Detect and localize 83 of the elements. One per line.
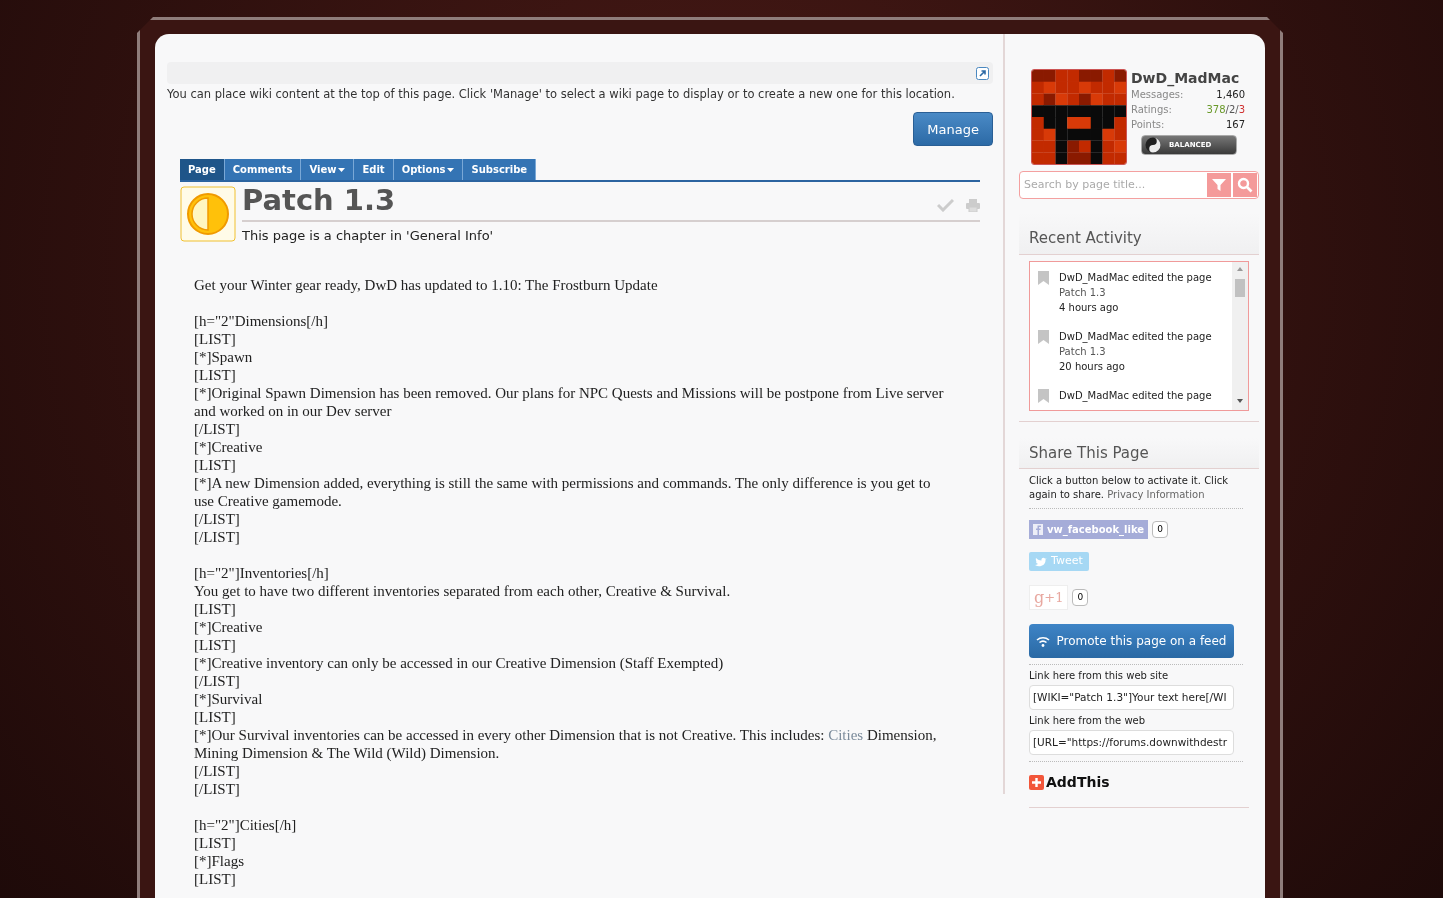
body-text: [*]Spawn <box>194 347 254 366</box>
scrollbar[interactable] <box>1232 261 1248 410</box>
bookmark-icon <box>1038 270 1049 285</box>
checkmark-icon[interactable] <box>937 198 954 213</box>
page-tab[interactable]: Comments <box>224 159 302 181</box>
body-text: [LIST] <box>194 833 237 852</box>
body-text: [LIST] <box>194 599 237 618</box>
body-text: [*]Survival <box>194 689 264 708</box>
activity-text: DwD_MadMac edited the page <box>1059 329 1212 344</box>
body-text: [LIST] <box>194 455 237 474</box>
plus-icon <box>1029 775 1044 790</box>
body-text: You get to have two different inventories separated from each other, Creative & Survival. <box>194 581 732 600</box>
share-instructions: Click a button below to activate it. Click again to share. Privacy Information <box>1029 474 1243 509</box>
body-text: [*]Creative <box>194 437 264 456</box>
wifi-icon <box>1036 635 1051 647</box>
filter-button[interactable] <box>1207 173 1231 197</box>
stat-label: Ratings: <box>1131 103 1172 117</box>
avatar[interactable] <box>1031 69 1127 165</box>
body-text: [/LIST] <box>194 419 241 438</box>
page-title: Patch 1.3 <box>242 182 397 219</box>
body-text: [*]Flags <box>194 851 245 870</box>
stat-value: 378/2/3 <box>1206 103 1245 117</box>
page-tab[interactable]: Subscribe <box>463 159 537 181</box>
activity-page-link[interactable]: Patch 1.3 <box>1059 284 1212 300</box>
body-text: [/LIST] <box>194 509 241 528</box>
activity-text: DwD_MadMac edited the page <box>1059 388 1212 403</box>
addthis-button[interactable]: AddThis <box>1029 772 1110 793</box>
link-label: Link here from the web <box>1029 714 1147 728</box>
chapter-icon <box>180 186 236 243</box>
page-tab[interactable]: Options <box>393 159 464 181</box>
link-label: Link here from this web site <box>1029 669 1170 683</box>
plus-count: 0 <box>1072 589 1089 606</box>
stat-label: Points: <box>1131 118 1165 132</box>
body-text: [*]A new Dimension added, everything is still the same with permissions and commands. The only difference is you get to use Creative gamemode. <box>194 473 932 510</box>
body-text: [/LIST] <box>194 779 241 798</box>
body-text: [LIST] <box>194 635 237 654</box>
body-text: Get your Winter gear ready, DwD has updated to 1.10: The Frostburn Update <box>194 275 659 294</box>
stat-value: 1,460 <box>1216 88 1245 102</box>
page-subtitle: This page is a chapter in 'General Info' <box>242 227 495 246</box>
cities-link[interactable]: Cities <box>828 726 864 743</box>
body-text: [*]Original Spawn Dimension has been removed. Our plans for NPC Quests and Missions will be postpone from Live server and worked on in our Dev server <box>194 383 945 420</box>
link-code-field[interactable]: [URL="https://forums.downwithdestr <box>1029 730 1234 755</box>
username[interactable]: DwD_MadMac <box>1131 69 1245 87</box>
body-text: [h="2"]Cities[/h] <box>194 815 298 834</box>
body-text: [/LIST] <box>194 761 241 780</box>
activity-page-link[interactable]: Patch 1.3 <box>1059 343 1212 359</box>
body-text: [LIST] <box>194 329 237 348</box>
stat-value: 167 <box>1225 118 1245 132</box>
stat-label: Messages: <box>1131 88 1184 102</box>
body-text: [/LIST] <box>194 527 241 546</box>
activity-time: 4 hours ago <box>1059 300 1120 315</box>
body-text: [*]Creative <box>194 617 264 636</box>
body-text: [LIST] <box>194 707 237 726</box>
body-text: [/LIST] <box>194 671 241 690</box>
activity-text: DwD_MadMac edited the page <box>1059 270 1212 285</box>
search-field[interactable]: Search by page title... <box>1019 171 1259 199</box>
like-count: 0 <box>1152 521 1168 538</box>
privacy-link[interactable]: Privacy Information <box>1107 489 1205 500</box>
page-tab[interactable]: Edit <box>354 159 394 181</box>
promote-button[interactable]: Promote this page on a feed <box>1029 624 1234 658</box>
body-text: [*]Our Survival inventories can be accessed in every other Dimension that is not Creative. This includes: Cities Dimension, Mining Dimension & The Wild (Wild) Dimension. <box>194 725 938 762</box>
body-text: [*]Creative inventory can only be accessed in our Creative Dimension (Staff Exempted) <box>194 653 725 672</box>
body-text: [h="2"]Inventories[/h] <box>194 563 330 582</box>
manage-button[interactable]: Manage <box>913 112 993 147</box>
page-tab[interactable]: View <box>301 159 355 181</box>
page-tab[interactable]: Page <box>180 159 225 181</box>
body-text: [h="2"Dimensions[/h] <box>194 311 330 330</box>
search-input[interactable]: Search by page title... <box>1020 176 1207 194</box>
bookmark-icon <box>1038 329 1049 344</box>
body-text: [LIST] <box>194 869 237 888</box>
facebook-icon <box>1033 524 1043 535</box>
bird-icon <box>1035 556 1047 567</box>
body-text: [LIST] <box>194 365 237 384</box>
filter-icon <box>1212 178 1226 192</box>
activity-time: 20 hours ago <box>1059 359 1126 374</box>
bookmark-icon <box>1038 388 1049 403</box>
print-icon[interactable] <box>966 199 980 213</box>
search-icon <box>1237 177 1253 193</box>
yin-yang-icon <box>1145 137 1161 153</box>
wiki-notice: You can place wiki content at the top of this page. Click 'Manage' to select a wiki page to display or to create a new one for this location. <box>167 86 956 103</box>
search-button[interactable] <box>1233 173 1257 197</box>
link-code-field[interactable]: [WIKI="Patch 1.3"]Your text here[/WI <box>1029 685 1234 710</box>
popout-icon[interactable] <box>976 66 989 80</box>
